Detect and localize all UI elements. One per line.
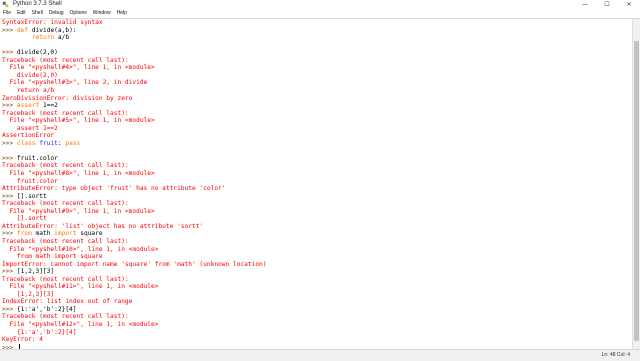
vertical-scrollbar[interactable] xyxy=(632,19,640,349)
shell-text-segment: [].sortt xyxy=(16,192,47,200)
menu-help[interactable]: Help xyxy=(114,9,130,18)
shell-text-segment: {1:'a','b':2}[4] xyxy=(2,328,77,336)
shell-text-segment xyxy=(2,34,32,41)
shell-text-segment: fruit.color xyxy=(2,177,58,185)
shell-text-segment: >>> xyxy=(2,230,17,238)
shell-text-segment: [].sortt xyxy=(2,215,47,223)
shell-text-area[interactable]: SyntaxError: invalid syntax >>> def divid… xyxy=(0,19,633,349)
menu-window[interactable]: Window xyxy=(90,9,114,18)
shell-text-segment: [1,2,3][3] xyxy=(2,290,55,298)
shell-text-segment: Traceback (most recent call last): xyxy=(2,200,129,208)
shell-text-segment: IndexError: list index out of range xyxy=(2,298,133,306)
shell-text-segment: AssertionError xyxy=(2,132,55,140)
shell-text-segment: >>> xyxy=(2,102,17,110)
shell-text-segment: >>> xyxy=(2,268,17,276)
shell-text-segment: Traceback (most recent call last): xyxy=(2,56,129,64)
menu-debug[interactable]: Debug xyxy=(46,9,67,18)
cursor-position: Ln: 48 Col: 4 xyxy=(601,352,630,358)
shell-text-segment: File "<pyshell#10>", line 1, in <module> xyxy=(2,245,159,253)
menu-edit[interactable]: Edit xyxy=(14,9,29,18)
shell-text-segment: ImportError: cannot import name 'square'… xyxy=(2,260,267,268)
shell-text-segment: class xyxy=(16,139,36,147)
shell-line: >>> class fruit: pass xyxy=(2,140,80,148)
close-button[interactable]: ✕ xyxy=(618,0,640,9)
shell-text-segment: Traceback (most recent call last): xyxy=(2,237,129,245)
window-controls: — ☐ ✕ xyxy=(574,0,640,9)
shell-text-segment: >>> xyxy=(2,305,17,313)
shell-text-segment: from xyxy=(16,230,32,238)
shell-text-segment: File "<pyshell#4>", line 1, in <module> xyxy=(2,64,155,72)
menu-shell[interactable]: Shell xyxy=(29,9,46,18)
python-app-icon xyxy=(2,1,9,8)
shell-text-segment: assert xyxy=(16,102,40,110)
shell-text-segment: File "<pyshell#11>", line 1, in <module> xyxy=(2,283,159,291)
shell-text-segment: AttributeError: type object 'fruit' has … xyxy=(2,185,226,193)
shell-text-segment: AttributeError: 'list' object has no att… xyxy=(2,222,204,230)
shell-text-segment: File "<pyshell#12>", line 1, in <module> xyxy=(2,321,159,328)
shell-text-segment: divide(2,0) xyxy=(16,49,58,57)
menu-options[interactable]: Options xyxy=(67,9,90,18)
scrollbar-thumb[interactable] xyxy=(634,41,639,341)
shell-text-segment: File "<pyshell#9>", line 1, in <module> xyxy=(2,207,155,215)
shell-text-segment: square xyxy=(76,230,103,238)
shell-text-segment: {1:'a','b':2}[4] xyxy=(16,305,77,313)
shell-text-segment: Traceback (most recent call last): xyxy=(2,313,129,321)
shell-text-segment: from math import square xyxy=(2,253,103,261)
shell-text-segment: [1,2,3][3] xyxy=(16,268,55,276)
maximize-button[interactable]: ☐ xyxy=(596,0,618,9)
shell-text-segment: divide(2,0) xyxy=(2,71,58,79)
shell-text-segment: KeyError: 4 xyxy=(2,336,43,344)
menu-bar: File Edit Shell Debug Options Window Hel… xyxy=(0,9,640,19)
shell-text-segment: fruit xyxy=(39,139,58,147)
status-bar: Ln: 48 Col: 4 xyxy=(0,349,640,361)
shell-text-segment: import xyxy=(54,230,77,238)
shell-text-segment: >>> xyxy=(2,49,17,57)
shell-text-segment: a/b xyxy=(54,34,70,42)
shell-text-segment: ZeroDivisionError: division by zero xyxy=(2,94,133,102)
shell-text-segment: SyntaxError: invalid syntax xyxy=(2,19,103,26)
shell-text-segment: File "<pyshell#8>", line 1, in <module> xyxy=(2,170,155,177)
shell-text-segment: return xyxy=(31,34,55,42)
shell-text-segment: >>> xyxy=(2,154,17,162)
menu-file[interactable]: File xyxy=(0,9,14,18)
shell-text-segment: >>> xyxy=(2,192,17,200)
shell-text-segment: >>> xyxy=(2,26,17,34)
shell-text-segment: Traceback (most recent call last): xyxy=(2,275,129,283)
window-title: Python 3.7.3 Shell xyxy=(13,1,62,7)
shell-line: return a/b xyxy=(2,34,69,42)
shell-text-segment: pass xyxy=(65,139,81,147)
shell-text-segment: File "<pyshell#3>", line 2, in divide xyxy=(2,79,148,87)
shell-text-segment: math xyxy=(31,230,55,238)
shell-text-segment: Traceback (most recent call last): xyxy=(2,109,129,117)
shell-text-segment: return a/b xyxy=(2,86,55,94)
shell-text-segment: fruit.color xyxy=(16,154,58,162)
shell-text-segment: File "<pyshell#5>", line 1, in <module> xyxy=(2,117,155,125)
shell-text-segment: >>> xyxy=(2,139,17,147)
minimize-button[interactable]: — xyxy=(574,0,596,9)
shell-text-segment: Traceback (most recent call last): xyxy=(2,162,129,170)
shell-text-segment: assert 1==2 xyxy=(2,124,58,132)
shell-text-segment: 1==2 xyxy=(39,102,58,110)
shell-text-segment: def xyxy=(16,26,29,34)
shell-text-segment: divide(a,b): xyxy=(28,26,77,34)
